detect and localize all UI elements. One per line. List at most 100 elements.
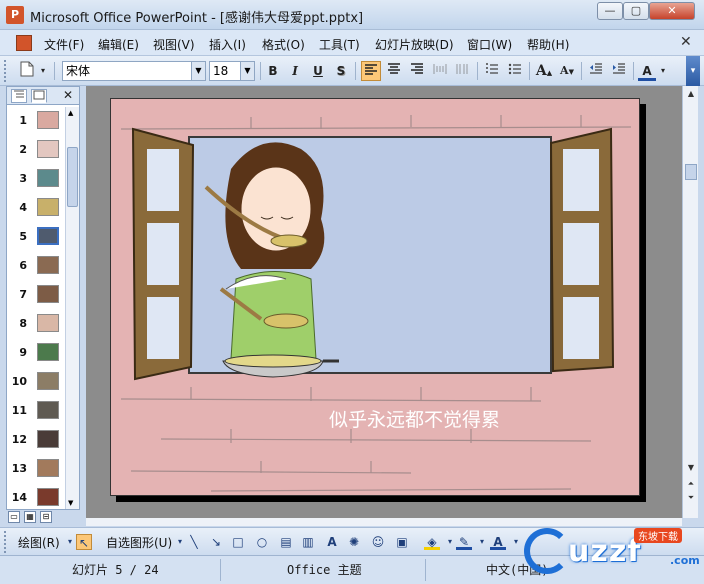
picture-icon[interactable]: ▣ [394,534,410,550]
toolbar-grip[interactable] [4,60,8,82]
slide-thumbnail[interactable] [37,227,59,245]
chevron-down-icon[interactable]: ▾ [508,534,524,550]
oval-tool-icon[interactable]: ○ [254,534,270,550]
numbering-button[interactable] [482,61,502,81]
scroll-down-icon[interactable]: ▼ [68,499,73,507]
slide-thumbnail[interactable] [37,140,59,158]
line-color-icon[interactable]: ✎ [456,534,472,550]
toolbar-grip[interactable] [4,531,8,553]
underline-button[interactable]: U [309,61,327,81]
italic-button[interactable]: I [286,61,304,81]
rectangle-tool-icon[interactable]: □ [230,534,246,550]
decrease-font-button[interactable]: A▼ [557,61,577,81]
slide-number: 4 [19,201,27,214]
maximize-button[interactable]: ▢ [623,2,649,20]
tab-outline[interactable] [11,89,27,103]
scroll-up-icon[interactable]: ▲ [685,88,697,100]
align-right-icon [411,63,423,74]
menu-window[interactable]: 窗口(W) [467,36,512,53]
slide-thumbnail[interactable] [37,314,59,332]
previous-slide-icon[interactable]: ⏶ [685,478,697,490]
slide-number: 12 [11,433,27,446]
fill-color-icon[interactable]: ◈ [424,534,440,550]
slide-sorter-view-icon[interactable]: ▦ [24,511,36,523]
wordart-icon[interactable]: A [324,534,340,550]
scrollbar-thumb[interactable] [67,147,78,207]
bold-button[interactable]: B [264,61,282,81]
scroll-up-icon[interactable]: ▲ [68,109,73,117]
slideshow-view-icon[interactable]: ⊟ [40,511,52,523]
textbox-tool-icon[interactable]: ▤ [278,534,294,550]
increase-font-button[interactable]: A▲ [534,61,554,81]
select-pointer-icon[interactable]: ↖ [76,534,92,550]
close-icon[interactable]: ✕ [63,88,73,102]
slide-vertical-scrollbar[interactable]: ▲ ▼ ⏶ ⏷ [682,86,698,518]
slide-thumbnail[interactable] [37,488,59,506]
bullets-button[interactable] [505,61,525,81]
menu-format[interactable]: 格式(O) [262,36,305,53]
font-name-select[interactable]: 宋体 ▼ [62,61,206,81]
align-center-button[interactable] [384,61,404,81]
slide-thumbnail[interactable] [37,430,59,448]
align-right-button[interactable] [407,61,427,81]
toolbar-separator [529,62,530,80]
diagram-icon[interactable]: ✺ [346,534,362,550]
font-name-value: 宋体 [66,64,91,78]
chevron-down-icon[interactable]: ▾ [658,61,668,81]
vertical-text-button[interactable] [452,61,472,81]
thumbnail-scrollbar[interactable]: ▲ ▼ [65,107,79,509]
scroll-down-icon[interactable]: ▼ [685,462,697,474]
slide-thumbnail[interactable] [37,343,59,361]
new-document-icon[interactable] [16,61,38,81]
font-color-icon[interactable]: A [490,534,506,550]
menu-view[interactable]: 视图(V) [153,36,195,53]
tab-slides[interactable] [31,89,47,103]
autoshapes-button[interactable]: 自选图形(U) [106,534,172,551]
watermark-domain: .com [670,554,700,567]
menu-help[interactable]: 帮助(H) [527,36,569,53]
document-close-icon[interactable]: ✕ [680,34,692,50]
slide-thumbnail[interactable] [37,401,59,419]
powerpoint-icon[interactable]: P [6,6,24,24]
normal-view-icon[interactable]: ▭ [8,511,20,523]
slide-number: 14 [11,491,27,504]
distribute-text-button[interactable] [430,61,450,81]
next-slide-icon[interactable]: ⏷ [685,492,697,504]
slide-thumbnail[interactable] [37,111,59,129]
menu-file[interactable]: 文件(F) [44,36,84,53]
decrease-indent-button[interactable] [586,61,606,81]
close-button[interactable]: ✕ [649,2,695,20]
font-color-button[interactable]: A [638,61,656,81]
chevron-down-icon[interactable]: ▾ [474,534,490,550]
menu-edit[interactable]: 编辑(E) [98,36,139,53]
vertical-textbox-icon[interactable]: ▥ [300,534,316,550]
slide-thumbnail[interactable] [37,372,59,390]
current-slide[interactable]: 似乎永远都不觉得累 [110,98,640,496]
toolbar-options-icon[interactable]: ▾ [686,56,700,86]
chevron-down-icon[interactable]: ▼ [191,62,205,80]
slide-thumbnail[interactable] [37,256,59,274]
scrollbar-thumb[interactable] [685,164,697,180]
minimize-button[interactable]: — [597,2,623,20]
slides-icon [33,90,45,100]
slide-caption-text[interactable]: 似乎永远都不觉得累 [329,405,500,432]
slide-thumbnail[interactable] [37,459,59,477]
document-icon[interactable] [16,35,32,51]
watermark-badge: 东坡下载 [634,528,682,543]
draw-menu-button[interactable]: 绘图(R) [18,534,60,551]
font-size-select[interactable]: 18 ▼ [209,61,255,81]
menu-tools[interactable]: 工具(T) [319,36,360,53]
align-left-button[interactable] [361,61,381,81]
slide-thumbnail[interactable] [37,169,59,187]
slide-thumbnail[interactable] [37,285,59,303]
new-dropdown-icon[interactable]: ▾ [38,61,48,81]
line-tool-icon[interactable]: ╲ [186,534,202,550]
slide-thumbnail[interactable] [37,198,59,216]
chevron-down-icon[interactable]: ▼ [240,62,254,80]
menu-slideshow[interactable]: 幻灯片放映(D) [375,36,454,53]
arrow-tool-icon[interactable]: ↘ [208,534,224,550]
increase-indent-button[interactable] [609,61,629,81]
menu-insert[interactable]: 插入(I) [209,36,246,53]
text-shadow-button[interactable]: S [332,61,350,81]
clipart-icon[interactable]: ☺ [370,534,386,550]
